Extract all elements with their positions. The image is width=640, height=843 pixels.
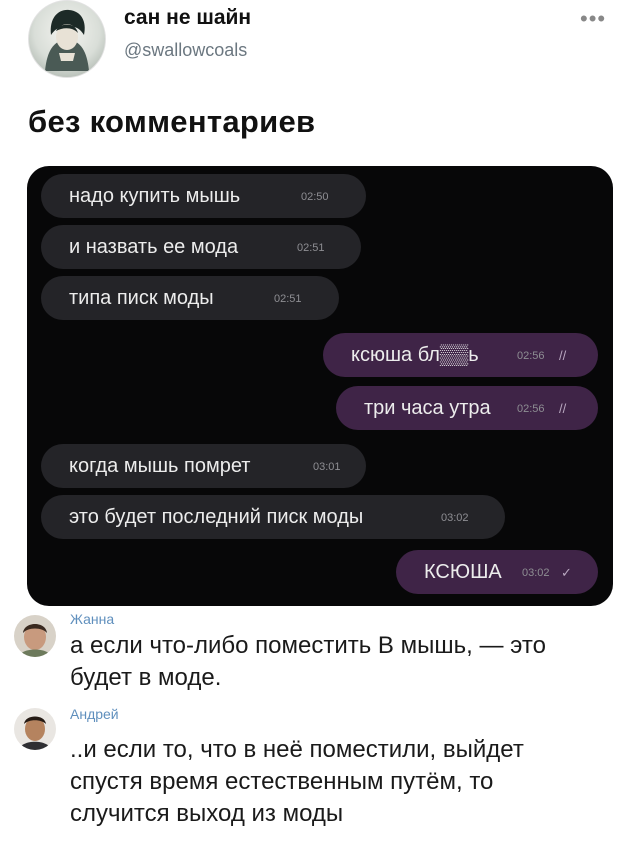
message-text: когда мышь помрет bbox=[69, 454, 251, 477]
message-text: три часа утра bbox=[364, 396, 491, 419]
commenter-name[interactable]: Андрей bbox=[70, 706, 119, 722]
message-bubble: и назвать ее мода 02:51 bbox=[41, 225, 361, 269]
message-bubble: три часа утра 02:56 // bbox=[336, 386, 598, 430]
message-text: КСЮША bbox=[424, 560, 502, 583]
commenter-avatar[interactable] bbox=[14, 615, 56, 657]
message-bubble: когда мышь помрет 03:01 bbox=[41, 444, 366, 488]
author-handle[interactable]: @swallowcoals bbox=[124, 40, 247, 61]
avatar-illustration bbox=[45, 9, 89, 71]
comment-text: а если что-либо поместить В мышь, — это … bbox=[70, 630, 610, 694]
message-time: 02:51 bbox=[274, 293, 302, 305]
message-time: 03:01 bbox=[313, 461, 341, 473]
double-check-icon: // bbox=[559, 348, 567, 363]
commenter-name[interactable]: Жанна bbox=[70, 611, 114, 627]
more-options-icon[interactable]: ••• bbox=[580, 6, 606, 32]
message-text: и назвать ее мода bbox=[69, 235, 239, 258]
commenter-photo bbox=[14, 615, 56, 657]
message-time: 03:02 bbox=[522, 567, 550, 579]
comment-line: случится выход из моды bbox=[70, 800, 344, 827]
message-text: типа писк моды bbox=[69, 286, 214, 309]
author-name[interactable]: сан не шайн bbox=[124, 6, 251, 30]
message-text: ксюша бл▒▒ь bbox=[351, 343, 479, 366]
comment-line: будет в моде. bbox=[70, 664, 222, 691]
commenter-photo bbox=[14, 708, 56, 750]
check-icon: ✓ bbox=[561, 565, 572, 580]
message-time: 03:02 bbox=[441, 512, 469, 524]
comment-text: ..и если то, что в неё поместили, выйдет… bbox=[70, 734, 610, 830]
commenter-avatar[interactable] bbox=[14, 708, 56, 750]
tweet-text: без комментариев bbox=[28, 104, 316, 139]
message-bubble: ксюша бл▒▒ь 02:56 // bbox=[323, 333, 598, 377]
comment-line: а если что-либо поместить В мышь, — это bbox=[70, 632, 546, 659]
message-bubble: надо купить мышь 02:50 bbox=[41, 174, 366, 218]
message-bubble: это будет последний писк моды 03:02 bbox=[41, 495, 505, 539]
double-check-icon: // bbox=[559, 401, 567, 416]
message-time: 02:51 bbox=[297, 242, 325, 254]
message-time: 02:56 bbox=[517, 350, 545, 362]
message-text: это будет последний писк моды bbox=[69, 505, 364, 528]
comment-line: ..и если то, что в неё поместили, выйдет bbox=[70, 736, 524, 763]
message-time: 02:50 bbox=[301, 191, 329, 203]
message-time: 02:56 bbox=[517, 403, 545, 415]
message-bubble: КСЮША 03:02 ✓ bbox=[396, 550, 598, 594]
comment-line: спустя время естественным путём, то bbox=[70, 768, 494, 795]
chat-screenshot: надо купить мышь 02:50 и назвать ее мода… bbox=[27, 166, 613, 606]
message-text: надо купить мышь bbox=[69, 184, 241, 207]
message-bubble: типа писк моды 02:51 bbox=[41, 276, 339, 320]
author-avatar[interactable] bbox=[28, 0, 106, 78]
